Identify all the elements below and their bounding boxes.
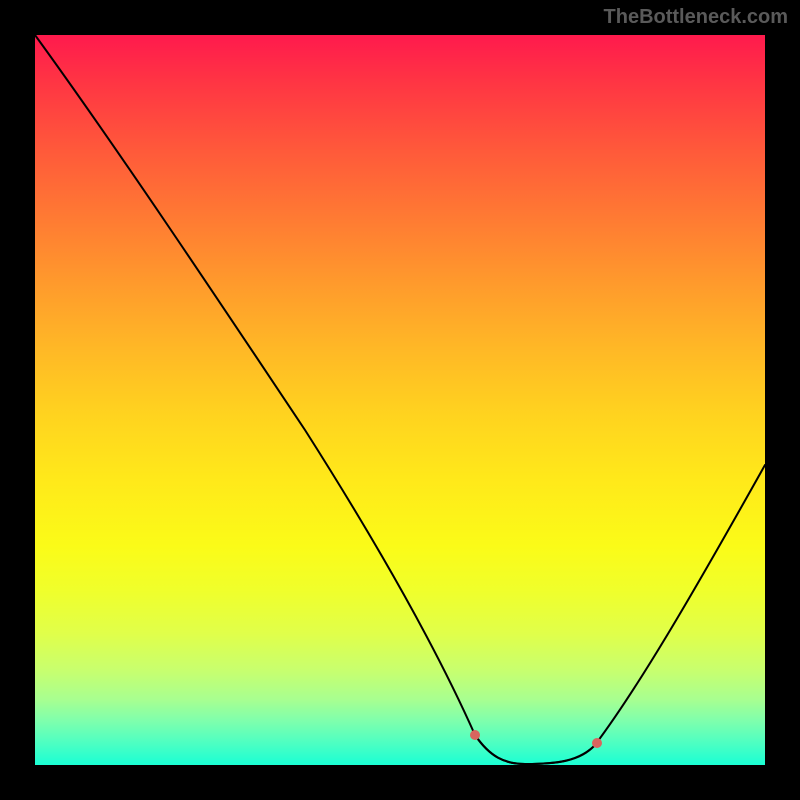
chart-plot-area — [35, 35, 765, 765]
optimal-range-start-dot — [470, 730, 480, 740]
watermark-text: TheBottleneck.com — [604, 6, 788, 29]
optimal-range-end-dot — [592, 738, 602, 748]
optimal-range-band — [475, 735, 597, 764]
bottleneck-curve — [35, 35, 765, 765]
